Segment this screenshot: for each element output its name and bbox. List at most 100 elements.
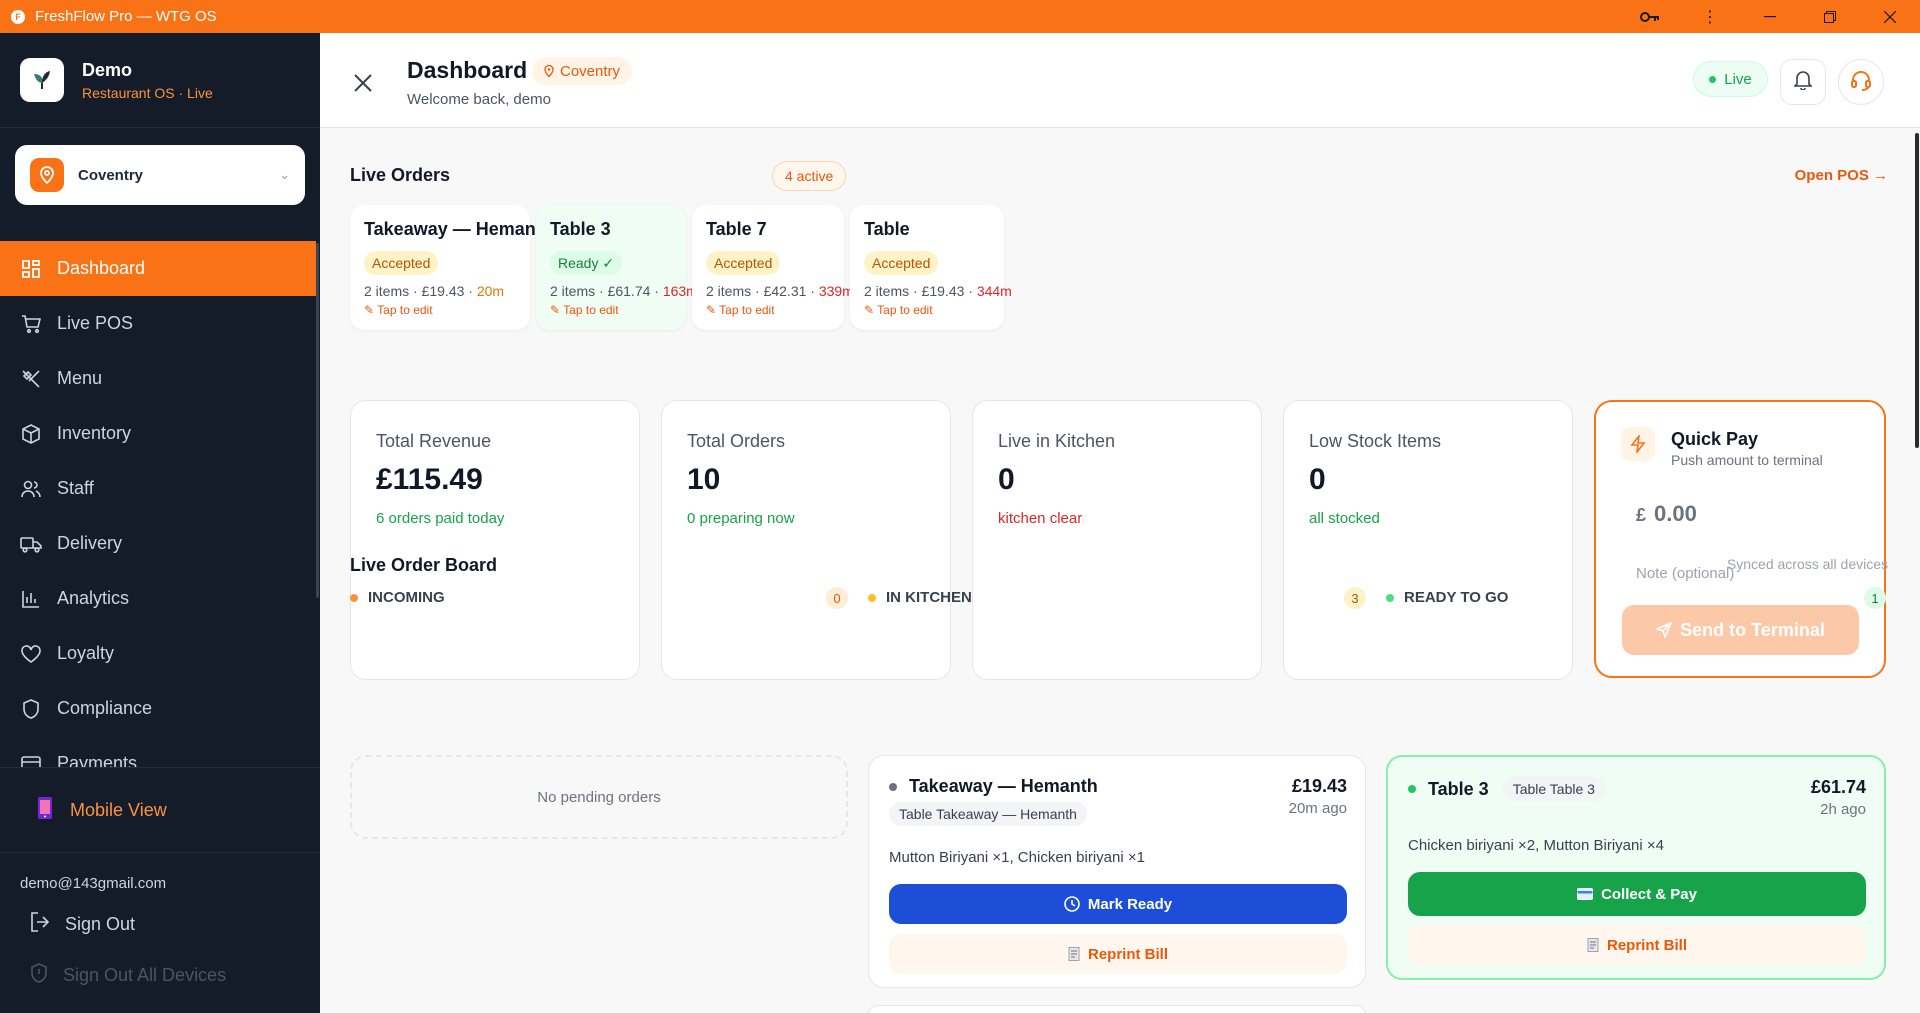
- order-price: £61.74: [1810, 777, 1866, 797]
- support-button[interactable]: [1838, 59, 1884, 105]
- order-status-badge: Accepted: [864, 251, 939, 275]
- pencil-icon: ✎: [864, 303, 878, 317]
- order-title: Takeaway — Hemanth: [889, 776, 1098, 797]
- order-age: 2h ago: [1820, 801, 1866, 818]
- main-scrollbar[interactable]: [1915, 133, 1919, 448]
- reprint-bill-button[interactable]: Reprint Bill: [889, 934, 1347, 974]
- sidebar-item-compliance[interactable]: Compliance: [0, 681, 316, 736]
- send-to-terminal-button[interactable]: Send to Terminal: [1622, 605, 1859, 655]
- quick-pay-card: Quick Pay Push amount to terminal £0.00 …: [1594, 400, 1886, 678]
- live-orders-title: Live Orders: [350, 165, 451, 185]
- currency-symbol: £: [1636, 505, 1647, 525]
- order-title: Table: [864, 219, 910, 239]
- stat-value: 0: [1309, 463, 1326, 496]
- restore-button[interactable]: [1800, 0, 1860, 33]
- page-header: Dashboard Coventry Welcome back, demo Li…: [320, 33, 1920, 128]
- brand-subtitle: Restaurant OS · Live: [82, 84, 213, 101]
- mark-ready-button[interactable]: Mark Ready: [889, 884, 1347, 924]
- order-summary: 2 items · £61.74 · 163m: [550, 283, 698, 299]
- location-chip: Coventry: [532, 57, 633, 85]
- stat-value: 0: [998, 463, 1015, 496]
- sidebar-item-staff[interactable]: Staff: [0, 461, 316, 516]
- sign-out-label: Sign Out: [65, 914, 136, 934]
- order-age: 339m: [818, 283, 854, 299]
- kitchen-order-card[interactable]: Takeaway — Hemanth £19.43 20m ago Table …: [868, 755, 1366, 988]
- mobile-view-button[interactable]: Mobile View: [0, 768, 320, 853]
- shield-icon: [20, 698, 42, 720]
- order-summary: 2 items · £19.43 · 20m: [364, 283, 505, 299]
- order-title: Takeaway — Hemanth: [364, 219, 553, 239]
- synced-note: Synced across all devices: [1726, 556, 1888, 572]
- minimize-button[interactable]: [1740, 0, 1800, 33]
- live-order-card[interactable]: Table Accepted 2 items · £19.43 · 344m ✎…: [850, 205, 1012, 330]
- close-window-button[interactable]: [1860, 0, 1920, 33]
- stat-card-low-stock: Low Stock Items 0 all stocked: [1283, 400, 1573, 680]
- more-vertical-icon[interactable]: ⋮: [1680, 0, 1740, 33]
- window-titlebar: F FreshFlow Pro — WTG OS ⋮: [0, 0, 1920, 33]
- notifications-button[interactable]: [1780, 59, 1826, 105]
- pencil-icon: ✎: [364, 303, 378, 317]
- truck-icon: [20, 533, 42, 555]
- status-dot: [1386, 593, 1394, 602]
- mark-ready-label: Mark Ready: [1087, 895, 1173, 913]
- send-icon: [1656, 622, 1673, 638]
- note-input[interactable]: Note (optional): [1636, 565, 1734, 582]
- sidebar-item-live-pos[interactable]: Live POS: [0, 296, 316, 351]
- order-title: Table 3 Table Table 3: [1408, 777, 1605, 801]
- status-dot: [1408, 785, 1416, 793]
- shield-icon: [30, 963, 48, 988]
- sidebar-item-label: Delivery: [57, 533, 123, 553]
- sign-out-all-button[interactable]: Sign Out All Devices: [0, 963, 320, 988]
- order-items: Mutton Biriyani ×1, Chicken biriyani ×1: [889, 849, 1145, 866]
- order-price: £19.43: [1291, 776, 1347, 796]
- stat-value: £115.49: [376, 463, 483, 496]
- column-header-ready: READY TO GO: [1386, 589, 1508, 606]
- lightning-icon: [1621, 427, 1655, 461]
- sidebar-item-loyalty[interactable]: Loyalty: [0, 626, 316, 681]
- quick-pay-subtitle: Push amount to terminal: [1671, 452, 1823, 468]
- sidebar-item-menu[interactable]: Menu: [0, 351, 316, 406]
- location-chip-label: Coventry: [560, 62, 621, 80]
- live-order-card[interactable]: Table 3 Ready ✓ 2 items · £61.74 · 163m …: [536, 205, 698, 330]
- heart-icon: [20, 643, 42, 665]
- location-select[interactable]: Coventry ⌄: [15, 145, 305, 205]
- open-pos-link[interactable]: Open POS →: [1795, 167, 1888, 184]
- clock-icon: [1064, 896, 1080, 912]
- sidebar-item-analytics[interactable]: Analytics: [0, 571, 316, 626]
- empty-incoming-column: No pending orders: [350, 755, 848, 839]
- welcome-text: Welcome back, demo: [407, 91, 551, 108]
- stat-label: Total Revenue: [376, 431, 492, 451]
- sidebar-item-delivery[interactable]: Delivery: [0, 516, 316, 571]
- amount-input[interactable]: £0.00: [1636, 501, 1697, 527]
- column-header-in-kitchen: IN KITCHEN: [868, 589, 972, 606]
- chevron-down-icon: ⌄: [279, 167, 290, 182]
- order-summary: 2 items · £42.31 · 339m: [706, 283, 854, 299]
- brand-logo: [20, 58, 64, 102]
- sidebar-scrollbar[interactable]: [316, 243, 319, 598]
- reprint-bill-button[interactable]: Reprint Bill: [1408, 925, 1866, 965]
- sidebar-item-inventory[interactable]: Inventory: [0, 406, 316, 461]
- tap-to-edit[interactable]: ✎ Tap to edit: [864, 303, 933, 317]
- column-label: INCOMING: [368, 589, 445, 606]
- ready-order-card[interactable]: Table 3 Table Table 3 £61.74 2h ago Chic…: [1386, 755, 1886, 980]
- tap-to-edit[interactable]: ✎ Tap to edit: [364, 303, 433, 317]
- users-icon: [20, 478, 42, 500]
- key-icon[interactable]: [1620, 0, 1680, 33]
- column-count: 3: [1344, 587, 1366, 609]
- stat-label: Total Orders: [687, 431, 786, 451]
- live-order-card[interactable]: Takeaway — Hemanth Accepted 2 items · £1…: [350, 205, 553, 330]
- order-status-badge: Accepted: [364, 251, 439, 275]
- close-icon[interactable]: [354, 68, 372, 99]
- order-age: 20m ago: [1288, 800, 1347, 817]
- status-dot: [350, 593, 358, 602]
- logout-icon: [30, 912, 50, 937]
- tap-to-edit[interactable]: ✎ Tap to edit: [550, 303, 619, 317]
- receipt-icon: [1068, 947, 1080, 961]
- kitchen-order-card[interactable]: [868, 1005, 1366, 1013]
- live-order-card[interactable]: Table 7 Accepted 2 items · £42.31 · 339m…: [692, 205, 854, 330]
- sidebar-item-dashboard[interactable]: Dashboard: [0, 241, 316, 296]
- collect-pay-button[interactable]: Collect & Pay: [1408, 872, 1866, 916]
- reprint-label: Reprint Bill: [1087, 945, 1168, 963]
- sign-out-button[interactable]: Sign Out: [0, 912, 320, 937]
- tap-to-edit[interactable]: ✎ Tap to edit: [706, 303, 775, 317]
